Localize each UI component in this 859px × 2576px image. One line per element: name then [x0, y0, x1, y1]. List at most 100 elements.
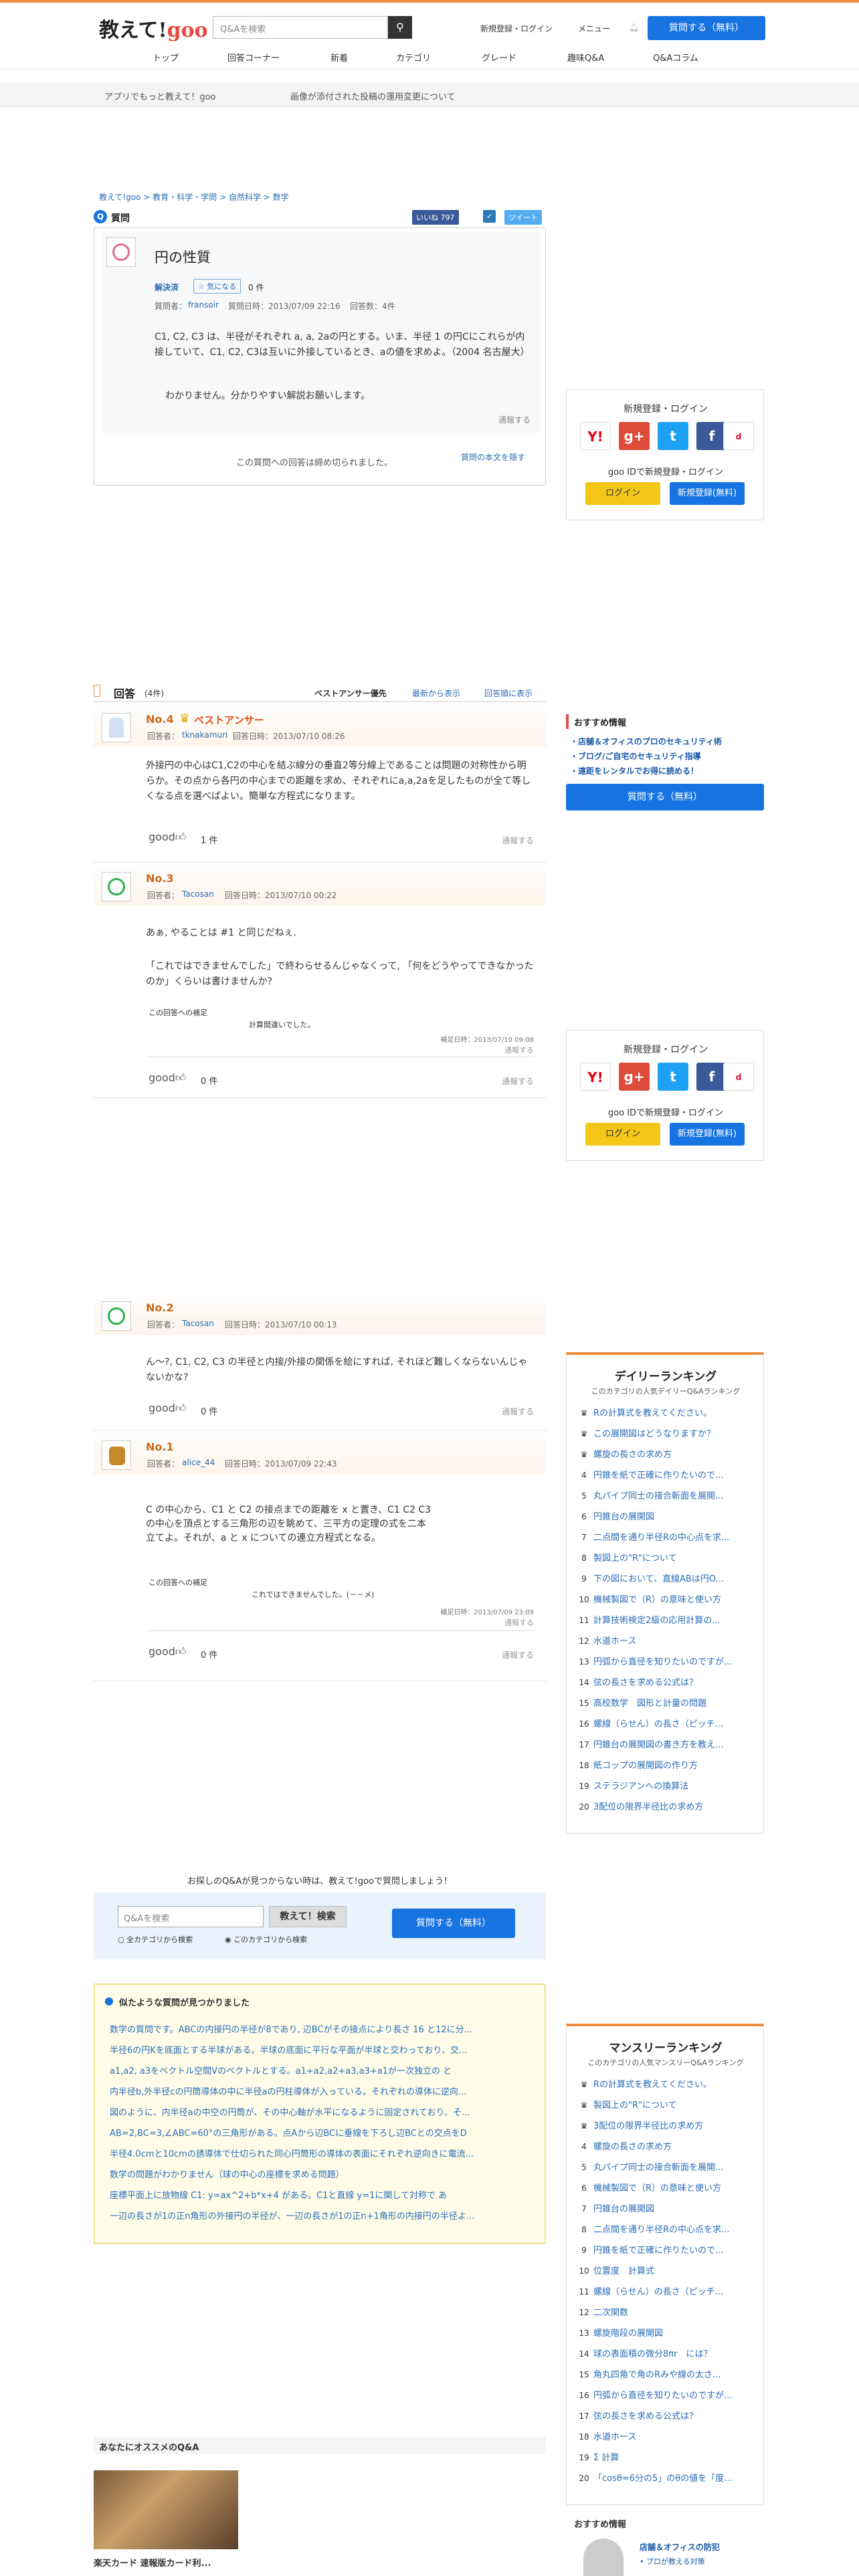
answerer-avatar[interactable] [102, 713, 131, 742]
similar-question-link[interactable]: 数学の問題がわかりません（球の中心の座標を求める問題） [110, 2167, 531, 2180]
search-input[interactable]: Q&Aを検索 [213, 16, 388, 39]
ranking-item[interactable]: 5 丸パイプ同士の接合斬面を展開... [575, 2160, 755, 2173]
nav-grade[interactable]: グレード [482, 51, 516, 64]
ranking-item[interactable]: ♛ 3配位の限界半径比の求め方 [575, 2119, 755, 2131]
ranking-item[interactable]: 7 円錐台の展開図 [575, 2202, 755, 2214]
ranking-item[interactable]: 13 円弧から直径を知りたいのですが... [575, 1654, 755, 1667]
ranking-item[interactable]: 14 弦の長さを求める公式は？ [575, 1675, 755, 1688]
recommend-qa-thumbnail[interactable] [94, 2470, 238, 2549]
ranking-item[interactable]: 18 紙コップの展開図の作り方 [575, 1758, 755, 1771]
report-link[interactable]: 通報する [498, 414, 531, 425]
ranking-item[interactable]: 9 円錐を紙で正確に作りたいので... [575, 2243, 755, 2256]
similar-question-link[interactable]: 図のように、内半径aの中空の円筒が、その中心軸が水平になるように固定されており、… [110, 2105, 531, 2118]
ranking-item[interactable]: 20 3配位の限界半径比の求め方 [575, 1800, 755, 1812]
similar-question-link[interactable]: 内半径b,外半径cの円筒導体の中に半径aの円柱導体が入っている。それぞれの導体に… [110, 2084, 531, 2097]
docomo-icon[interactable]: d [723, 1063, 754, 1091]
ranking-item[interactable]: 10 位置度 計算式 [575, 2264, 755, 2276]
ranking-item[interactable]: 9 下の図において、直線ABは円O... [575, 1572, 755, 1584]
tweet-button[interactable]: ツイート [504, 210, 542, 225]
ranking-item[interactable]: 14 球の表面積の微分8πr には？ [575, 2347, 755, 2359]
recommend-item[interactable]: ・遠距をレンタルでお得に読める！ [570, 765, 698, 776]
ranking-item[interactable]: 18 水道ホース [575, 2430, 755, 2442]
site-logo[interactable]: 教えて!goo [99, 13, 208, 43]
ranking-item[interactable]: ♛ 製図上の"R"について [575, 2098, 755, 2111]
like-button[interactable]: いいね 797 [412, 210, 459, 225]
ranking-item[interactable]: 4 螺旋の長さの求め方 [575, 2139, 755, 2152]
bottom-search-button[interactable]: 教えて！検索 [269, 1906, 347, 1927]
answerer-name[interactable]: Tacosan [182, 889, 214, 899]
report-link[interactable]: 通報する [502, 835, 534, 846]
ranking-item[interactable]: 5 丸パイプ同士の接合斬面を展開... [575, 1489, 755, 1501]
ask-question-button[interactable]: 質問する（無料） [648, 16, 765, 40]
report-link[interactable]: 通報する [502, 1075, 534, 1087]
ranking-item[interactable]: 20 「cosθ=6分の5」のθの値を「度... [575, 2471, 755, 2484]
ranking-item[interactable]: 12 二次関数 [575, 2305, 755, 2318]
answerer-name[interactable]: Tacosan [182, 1319, 214, 1328]
google-icon[interactable]: g+ [619, 1063, 650, 1091]
google-icon[interactable]: g+ [619, 422, 650, 450]
good-button[interactable]: good👍︎ [149, 1645, 187, 1658]
nav-hobby[interactable]: 趣味Q&A [567, 51, 604, 64]
watch-button[interactable]: ☆ 気になる [193, 279, 242, 294]
yahoo-icon[interactable]: Y! [580, 422, 611, 450]
login-button[interactable]: ログイン [585, 482, 660, 505]
good-button[interactable]: good👍︎ [149, 831, 187, 844]
ranking-item[interactable]: 6 円錐台の展開図 [575, 1509, 755, 1522]
similar-question-link[interactable]: 座標平面上に放物線 C1: y=ax^2+b*x+4 がある。C1と直線 y=1… [110, 2188, 531, 2201]
recommend-qa-item[interactable]: 楽天カード 速報版カード利... [94, 2556, 211, 2569]
nav-category[interactable]: カテゴリ [396, 51, 431, 64]
ranking-item[interactable]: 16 円弧から直径を知りたいのですが... [575, 2388, 755, 2401]
answerer-avatar[interactable] [102, 1440, 131, 1470]
report-link[interactable]: 通報する [502, 1406, 534, 1417]
bottom-ask-button[interactable]: 質問する（無料） [392, 1909, 515, 1938]
answerer-name[interactable]: alice_44 [182, 1458, 215, 1467]
notice-link[interactable]: 画像が添付された投稿の運用変更について [290, 90, 456, 102]
report-link[interactable]: 通報する [502, 1649, 534, 1660]
ranking-item[interactable]: 6 機械製図で（R）の意味と使い方 [575, 2181, 755, 2193]
sort-newest[interactable]: 最新から表示 [412, 687, 460, 699]
asker-avatar[interactable] [106, 237, 136, 267]
twitter-icon[interactable]: t [658, 1063, 688, 1091]
ranking-item[interactable]: ♛ Rの計算式を教えてください。 [575, 1406, 755, 1418]
login-link[interactable]: 新規登録・ログイン [480, 23, 553, 34]
twitter-icon[interactable]: t [658, 422, 688, 450]
ranking-item[interactable]: 11 計算技術検定2級の応用計算の... [575, 1613, 755, 1626]
radio-all-categories[interactable]: ○ 全カテゴリから検索 [118, 1934, 193, 1945]
ranking-item[interactable]: ♛ 螺旋の長さの求め方 [575, 1447, 755, 1460]
app-link[interactable]: アプリでもっと教えて！goo [104, 90, 216, 102]
nav-top[interactable]: トップ [153, 51, 179, 64]
sort-best[interactable]: ベストアンサー優先 [314, 687, 387, 699]
recommend-item[interactable]: ・店舗＆オフィスのプロのセキュリティ術 [570, 736, 722, 747]
similar-question-link[interactable]: 数学の質問です。ABCの内接円の半径が8であり, 辺BCがその接点により長さ 1… [110, 2022, 531, 2035]
recommend-item[interactable]: ・ブログ/ご自宅のセキュリティ指導 [570, 750, 701, 762]
register-button[interactable]: 新規登録(無料) [670, 1123, 745, 1146]
ranking-item[interactable]: 8 製図上の"R"について [575, 1551, 755, 1564]
good-button[interactable]: good👍︎ [149, 1402, 187, 1415]
bottom-search-input[interactable]: Q&Aを検索 [118, 1906, 264, 1927]
breadcrumb[interactable]: 教えて!goo > 教育・科学・学問 > 自然科学 > 数学 [99, 191, 289, 203]
ranking-item[interactable]: 7 二点間を通り半径Rの中心点を求... [575, 1530, 755, 1543]
docomo-icon[interactable]: d [723, 422, 754, 450]
ranking-item[interactable]: 4 円錐を紙で正確に作りたいので... [575, 1468, 755, 1481]
answerer-avatar[interactable] [102, 1301, 131, 1331]
ranking-item[interactable]: 19 ステラジアンへの換算法 [575, 1779, 755, 1792]
ranking-item[interactable]: 17 円錐台の展開図の書き方を教え... [575, 1737, 755, 1750]
search-icon[interactable]: ⚲ [388, 16, 412, 39]
ranking-item[interactable]: 17 弦の長さを求める公式は？ [575, 2409, 755, 2422]
ranking-item[interactable]: 13 螺旋階段の展開図 [575, 2326, 755, 2339]
nav-new[interactable]: 新着 [330, 51, 348, 64]
recommend-info-item[interactable]: • プロが教える対策 [640, 2556, 705, 2567]
ranking-item[interactable]: 12 水道ホース [575, 1634, 755, 1646]
ranking-item[interactable]: 8 二点間を通り半径Rの中心点を求... [575, 2222, 755, 2235]
ranking-item[interactable]: ♛ この展開図はどうなりますか？ [575, 1426, 755, 1439]
bell-icon[interactable]: 🔔︎ [629, 23, 639, 32]
nav-answer[interactable]: 回答コーナー [227, 51, 280, 64]
sort-oldest[interactable]: 回答順に表示 [484, 687, 533, 699]
menu-link[interactable]: メニュー [578, 23, 610, 34]
similar-question-link[interactable]: 半径4.0cmと10cmの誘導体で仕切られた同心円筒形の導体の表面にそれぞれ逆向… [110, 2147, 531, 2159]
answerer-name[interactable]: tknakamuri [182, 730, 227, 740]
similar-question-link[interactable]: 半径6の円Kを底面とする半球がある。半球の底面に平行な平面が半球と交わっており、… [110, 2043, 531, 2056]
ranking-item[interactable]: 19 Σ 計算 [575, 2450, 755, 2463]
ranking-item[interactable]: ♛ Rの計算式を教えてください。 [575, 2077, 755, 2090]
ranking-item[interactable]: 16 螺線（らせん）の長さ（ピッチ... [575, 1717, 755, 1729]
